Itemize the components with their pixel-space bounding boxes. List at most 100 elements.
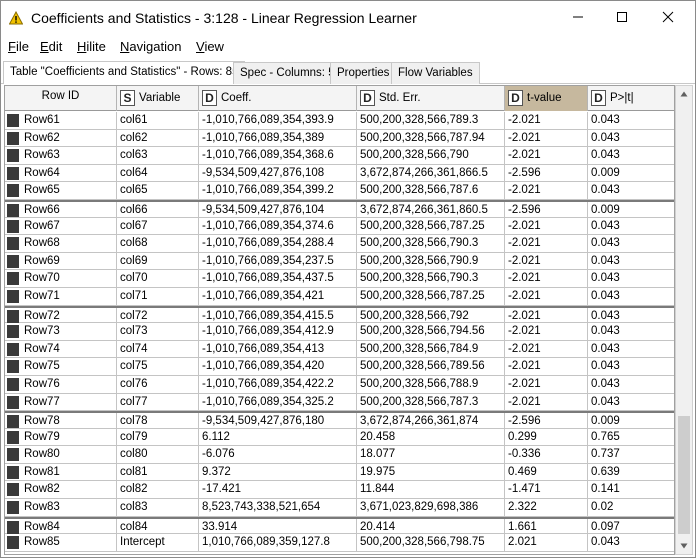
table-cell[interactable]: 20.458: [357, 428, 505, 446]
table-cell[interactable]: 0.097: [588, 519, 674, 536]
table-row[interactable]: Row75 col75 -1,010,766,089,354,420 500,200,…: [5, 358, 674, 376]
tab-spec[interactable]: Spec - Columns: 5: [233, 62, 342, 84]
table-cell[interactable]: 0.299: [505, 428, 588, 446]
table-cell[interactable]: 19.975: [357, 463, 505, 481]
table-cell[interactable]: col69: [117, 252, 199, 270]
column-header-p-value[interactable]: D P>|t|: [588, 86, 674, 111]
tab-table[interactable]: Table "Coefficients and Statistics" - Ro…: [3, 61, 246, 84]
table-cell[interactable]: -1,010,766,089,354,288.4: [199, 235, 357, 253]
table-cell[interactable]: 1,010,766,089,359,127.8: [199, 534, 357, 552]
table-cell[interactable]: 2.021: [505, 534, 588, 552]
table-cell[interactable]: 0.043: [588, 308, 674, 325]
table-cell[interactable]: Row73: [5, 323, 117, 341]
table-cell[interactable]: col74: [117, 340, 199, 358]
table-row[interactable]: Row64 col64 -9,534,509,427,876,108 3,672,87…: [5, 164, 674, 183]
table-row[interactable]: Row78 col78 -9,534,509,427,876,180 3,672,87…: [5, 411, 674, 431]
table-cell[interactable]: col81: [117, 463, 199, 481]
table-cell[interactable]: col66: [117, 201, 199, 219]
table-cell[interactable]: -6.076: [199, 446, 357, 464]
table-cell[interactable]: 2.322: [505, 499, 588, 517]
table-row[interactable]: Row77 col77 -1,010,766,089,354,325.2 500,20…: [5, 393, 674, 412]
table-row[interactable]: Row68 col68 -1,010,766,089,354,288.4 500,20…: [5, 235, 674, 253]
table-cell[interactable]: 500,200,328,566,788.9: [357, 375, 505, 393]
table-cell[interactable]: 0.469: [505, 463, 588, 481]
table-cell[interactable]: col63: [117, 147, 199, 165]
table-cell[interactable]: -9,534,509,427,876,108: [199, 164, 357, 182]
table-cell[interactable]: 18.077: [357, 446, 505, 464]
column-header-coeff[interactable]: D Coeff.: [199, 86, 357, 111]
table-cell[interactable]: 0.009: [588, 413, 674, 430]
table-row[interactable]: Row65 col65 -1,010,766,089,354,399.2 500,20…: [5, 182, 674, 200]
table-cell[interactable]: Row65: [5, 182, 117, 200]
tab-properties[interactable]: Properties: [330, 62, 397, 84]
table-cell[interactable]: -1,010,766,089,354,368.6: [199, 147, 357, 165]
column-header-t-value[interactable]: Dt-value: [505, 86, 588, 111]
table-cell[interactable]: 0.737: [588, 446, 674, 463]
table-cell[interactable]: -2.021: [505, 307, 588, 325]
table-cell[interactable]: col82: [117, 481, 199, 499]
scrollbar-thumb[interactable]: [678, 416, 690, 534]
table-row[interactable]: Row84 col84 33.914 20.414 1.661 0.097: [5, 516, 674, 536]
table-cell[interactable]: 0.043: [588, 235, 674, 252]
table-cell[interactable]: -1,010,766,089,354,237.5: [199, 252, 357, 270]
table-cell[interactable]: Row61: [5, 112, 117, 129]
menu-edit[interactable]: Edit: [40, 39, 62, 54]
table-cell[interactable]: 500,200,328,566,798.75: [357, 534, 505, 552]
table-cell[interactable]: -2.021: [505, 323, 588, 341]
table-cell[interactable]: Row80: [5, 446, 117, 464]
table-cell[interactable]: 20.414: [357, 518, 505, 536]
table-cell[interactable]: 3,672,874,266,361,874: [357, 413, 505, 431]
table-cell[interactable]: 0.043: [588, 376, 674, 393]
table-cell[interactable]: 8,523,743,338,521,654: [199, 499, 357, 517]
table-row[interactable]: Row72 col72 -1,010,766,089,354,415.5 500,20…: [5, 305, 674, 325]
table-cell[interactable]: -2.021: [505, 182, 588, 200]
table-cell[interactable]: -1,010,766,089,354,422.2: [199, 375, 357, 393]
table-cell[interactable]: Row81: [5, 463, 117, 481]
table-cell[interactable]: Row68: [5, 235, 117, 253]
table-cell[interactable]: -2.596: [505, 164, 588, 182]
table-cell[interactable]: col68: [117, 235, 199, 253]
table-cell[interactable]: 500,200,328,566,794.56: [357, 323, 505, 341]
table-cell[interactable]: -17.421: [199, 481, 357, 499]
table-cell[interactable]: Intercept: [117, 534, 199, 552]
table-row[interactable]: Row74 col74 -1,010,766,089,354,413 500,200,…: [5, 340, 674, 359]
table-row[interactable]: Row70 col70 -1,010,766,089,354,437.5 500,20…: [5, 270, 674, 288]
table-cell[interactable]: -1,010,766,089,354,389: [199, 129, 357, 147]
title-bar[interactable]: Coefficients and Statistics - 3:128 - Li…: [1, 1, 695, 35]
table-cell[interactable]: 11.844: [357, 481, 505, 499]
table-row[interactable]: Row69 col69 -1,010,766,089,354,237.5 500,20…: [5, 252, 674, 271]
table-cell[interactable]: -2.021: [505, 217, 588, 235]
table-cell[interactable]: 1.661: [505, 518, 588, 536]
table-cell[interactable]: 500,200,328,566,792: [357, 307, 505, 325]
table-cell[interactable]: col65: [117, 182, 199, 200]
table-row[interactable]: Row67 col67 -1,010,766,089,354,374.6 500,20…: [5, 217, 674, 236]
table-cell[interactable]: -1,010,766,089,354,420: [199, 358, 357, 376]
table-cell[interactable]: col70: [117, 270, 199, 288]
table-cell[interactable]: -2.596: [505, 201, 588, 219]
table-cell[interactable]: col76: [117, 375, 199, 393]
table-cell[interactable]: 0.043: [588, 218, 674, 235]
table-cell[interactable]: col83: [117, 499, 199, 517]
table-cell[interactable]: -1,010,766,089,354,413: [199, 340, 357, 358]
scroll-down-button[interactable]: [676, 538, 692, 554]
table-cell[interactable]: col73: [117, 323, 199, 341]
table-cell[interactable]: 0.009: [588, 165, 674, 182]
table-cell[interactable]: -2.021: [505, 287, 588, 305]
table-cell[interactable]: 500,200,328,566,789.3: [357, 112, 505, 129]
table-cell[interactable]: -2.021: [505, 358, 588, 376]
table-cell[interactable]: col80: [117, 446, 199, 464]
table-cell[interactable]: -1,010,766,089,354,421: [199, 287, 357, 305]
table-cell[interactable]: 0.043: [588, 253, 674, 270]
table-cell[interactable]: -1,010,766,089,354,325.2: [199, 393, 357, 411]
table-cell[interactable]: Row79: [5, 428, 117, 446]
table-cell[interactable]: col67: [117, 217, 199, 235]
table-cell[interactable]: 9.372: [199, 463, 357, 481]
table-cell[interactable]: Row70: [5, 270, 117, 288]
table-row[interactable]: Row62 col62 -1,010,766,089,354,389 500,200,…: [5, 129, 674, 148]
table-cell[interactable]: 500,200,328,566,790.9: [357, 252, 505, 270]
table-cell[interactable]: Row74: [5, 340, 117, 358]
table-cell[interactable]: 6.112: [199, 428, 357, 446]
table-cell[interactable]: 500,200,328,566,787.94: [357, 129, 505, 147]
table-cell[interactable]: 0.765: [588, 429, 674, 446]
table-cell[interactable]: 0.043: [588, 288, 674, 305]
